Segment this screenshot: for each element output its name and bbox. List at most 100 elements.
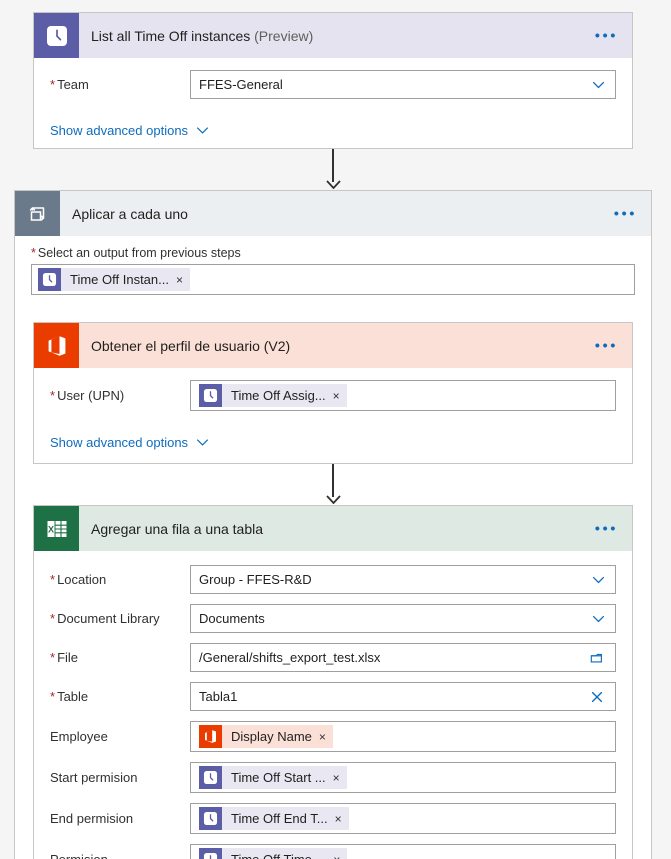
- advanced-link-label: Show advanced options: [50, 123, 189, 138]
- token-remove-icon[interactable]: ×: [333, 389, 340, 403]
- show-advanced-options-link-2[interactable]: Show advanced options: [50, 435, 209, 450]
- shifts-clock-icon: [199, 766, 222, 789]
- field-label-start-permision: Start permision: [50, 770, 138, 785]
- location-dropdown[interactable]: Group - FFES-R&D: [190, 565, 616, 594]
- connector-arrow-2: [326, 495, 341, 504]
- shifts-clock-icon: [34, 13, 79, 58]
- step-header[interactable]: X Agregar una fila a una tabla •••: [34, 506, 632, 551]
- file-picker-input[interactable]: /General/shifts_export_test.xlsx: [190, 643, 616, 672]
- step-header[interactable]: Aplicar a cada uno •••: [15, 191, 651, 236]
- step-header[interactable]: List all Time Off instances (Preview) ••…: [34, 13, 632, 58]
- field-row-table: * Table Tabla1: [50, 682, 616, 711]
- token-chip-body: Display Name ×: [222, 725, 333, 748]
- chevron-down-icon: [592, 615, 605, 622]
- step-body: * Team FFES-General Show advanced options: [34, 58, 632, 154]
- step-title: Agregar una fila a una tabla: [91, 521, 263, 537]
- shifts-clock-icon: [38, 268, 61, 291]
- token-remove-icon[interactable]: ×: [333, 771, 340, 785]
- team-value: FFES-General: [199, 77, 283, 92]
- flow-step-list-time-off[interactable]: List all Time Off instances (Preview) ••…: [33, 12, 633, 149]
- token-chip-label: Time Off Instan...: [70, 272, 169, 287]
- field-row-employee: Employee Display Name ×: [50, 721, 616, 752]
- output-selector-input[interactable]: Time Off Instan... ×: [31, 264, 635, 295]
- start-permision-input[interactable]: Time Off Start ... ×: [190, 762, 616, 793]
- field-label-user-upn: * User (UPN): [50, 388, 125, 403]
- token-chip-body: Time Off End T... ×: [222, 807, 349, 830]
- foreach-body: * Select an output from previous steps Ti…: [15, 236, 651, 295]
- field-label-employee: Employee: [50, 729, 108, 744]
- token-chip-display-name[interactable]: Display Name ×: [199, 725, 333, 748]
- document-library-value: Documents: [199, 611, 265, 626]
- flow-step-get-user-profile[interactable]: Obtener el perfil de usuario (V2) ••• * U…: [33, 322, 633, 464]
- token-chip-label: Time Off End T...: [231, 811, 328, 826]
- step-body: * Location Group - FFES-R&D * Document Lib…: [34, 551, 632, 859]
- token-chip-label: Time Off Start ...: [231, 770, 326, 785]
- required-asterisk: *: [50, 611, 56, 626]
- field-row-team: * Team FFES-General: [50, 70, 616, 99]
- token-chip-body: Time Off Instan... ×: [61, 268, 190, 291]
- required-asterisk: *: [50, 689, 56, 704]
- shifts-clock-icon: [199, 807, 222, 830]
- step-title-text: Agregar una fila a una tabla: [91, 520, 264, 537]
- field-label-end-permision: End permision: [50, 811, 134, 826]
- location-value: Group - FFES-R&D: [199, 572, 312, 587]
- token-chip-body: Time Off Assig... ×: [222, 384, 347, 407]
- show-advanced-options-link-1[interactable]: Show advanced options: [50, 123, 209, 138]
- chevron-down-icon: [592, 576, 605, 583]
- token-chip-body: Time Off Start ... ×: [222, 766, 347, 789]
- token-chip-label: Time Off Assig...: [231, 388, 326, 403]
- file-value: /General/shifts_export_test.xlsx: [199, 650, 381, 665]
- token-chip-time-off-end[interactable]: Time Off End T... ×: [199, 807, 349, 830]
- token-remove-icon[interactable]: ×: [333, 853, 340, 859]
- field-label-team: * Team: [50, 77, 89, 92]
- shifts-clock-icon: [199, 384, 222, 407]
- step-menu-button[interactable]: •••: [595, 521, 618, 536]
- step-title: List all Time Off instances (Preview): [91, 28, 313, 44]
- svg-text:X: X: [47, 524, 53, 534]
- required-asterisk: *: [50, 650, 56, 665]
- token-chip-time-off-start[interactable]: Time Off Start ... ×: [199, 766, 347, 789]
- field-label-file: * File: [50, 650, 79, 665]
- excel-icon: X: [34, 506, 79, 551]
- table-input[interactable]: Tabla1: [190, 682, 616, 711]
- required-asterisk: *: [31, 246, 36, 260]
- chevron-down-icon: [197, 439, 209, 446]
- token-chip-time-off-assigned[interactable]: Time Off Assig... ×: [199, 384, 347, 407]
- required-asterisk: *: [50, 572, 56, 587]
- end-permision-input[interactable]: Time Off End T... ×: [190, 803, 616, 834]
- folder-icon[interactable]: [590, 651, 604, 665]
- flow-step-add-row-to-table[interactable]: X Agregar una fila a una tabla ••• * Loca…: [33, 505, 633, 859]
- field-label-table: * Table: [50, 689, 89, 704]
- step-menu-button[interactable]: •••: [595, 28, 618, 43]
- document-library-dropdown[interactable]: Documents: [190, 604, 616, 633]
- user-upn-input[interactable]: Time Off Assig... ×: [190, 380, 616, 411]
- step-title: Aplicar a cada uno: [72, 206, 188, 222]
- field-row-file: * File /General/shifts_export_test.xlsx: [50, 643, 616, 672]
- step-title-text: List all Time Off instances: [91, 27, 251, 44]
- token-chip-time-off-time[interactable]: Time Off Time ... ×: [199, 848, 348, 859]
- token-chip-time-off-instances[interactable]: Time Off Instan... ×: [38, 268, 190, 291]
- office-365-icon: [199, 725, 222, 748]
- clear-x-icon[interactable]: [590, 690, 604, 704]
- token-remove-icon[interactable]: ×: [335, 812, 342, 826]
- token-remove-icon[interactable]: ×: [176, 273, 183, 287]
- connector-line-2: [332, 464, 334, 497]
- team-dropdown[interactable]: FFES-General: [190, 70, 616, 99]
- field-label-permision: Permision: [50, 852, 190, 859]
- step-menu-button[interactable]: •••: [595, 338, 618, 353]
- step-title-text: Aplicar a cada uno: [72, 205, 188, 222]
- office-365-icon: [34, 323, 79, 368]
- advanced-link-label: Show advanced options: [50, 435, 189, 450]
- permision-input[interactable]: Time Off Time ... ×: [190, 844, 616, 859]
- token-remove-icon[interactable]: ×: [319, 730, 326, 744]
- step-header[interactable]: Obtener el perfil de usuario (V2) •••: [34, 323, 632, 368]
- step-title-suffix: (Preview): [254, 27, 314, 44]
- field-row-start-permision: Start permision Time Off Start ... ×: [50, 762, 616, 793]
- field-row-document-library: * Document Library Documents: [50, 604, 616, 633]
- employee-input[interactable]: Display Name ×: [190, 721, 616, 752]
- chevron-down-icon: [197, 127, 209, 134]
- table-value: Tabla1: [199, 689, 238, 704]
- field-label-location: * Location: [50, 572, 107, 587]
- shifts-clock-icon: [199, 848, 222, 859]
- step-menu-button[interactable]: •••: [614, 206, 637, 221]
